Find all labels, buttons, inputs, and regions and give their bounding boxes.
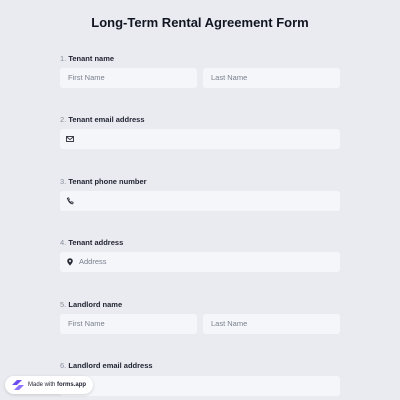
question-text: Tenant email address	[68, 115, 145, 124]
tenant-email-input[interactable]	[60, 129, 340, 149]
badge-brand: forms.app	[57, 382, 87, 388]
envelope-icon	[66, 136, 74, 142]
placeholder: Last Name	[211, 73, 248, 82]
landlord-first-name-input[interactable]: First Name	[60, 314, 197, 334]
question-label: 6. Landlord email address	[60, 360, 340, 372]
tenant-address-input[interactable]: Address	[60, 252, 340, 272]
badge-prefix: Made with	[28, 382, 56, 388]
question-tenant-phone: 3. Tenant phone number	[60, 176, 340, 211]
phone-icon	[66, 197, 74, 205]
landlord-last-name-input[interactable]: Last Name	[203, 314, 340, 334]
placeholder: First Name	[68, 73, 105, 82]
tenant-last-name-input[interactable]: Last Name	[203, 68, 340, 88]
placeholder: First Name	[68, 319, 105, 328]
question-number: 2.	[60, 115, 67, 124]
question-tenant-email: 2. Tenant email address	[60, 114, 340, 149]
form-title: Long-Term Rental Agreement Form	[91, 15, 309, 30]
question-text: Tenant name	[68, 54, 115, 63]
question-number: 5.	[60, 300, 67, 309]
tenant-phone-input[interactable]	[60, 191, 340, 211]
question-text: Tenant phone number	[68, 177, 147, 186]
question-tenant-name: 1. Tenant name First Name Last Name	[60, 53, 340, 88]
landlord-email-input[interactable]	[60, 376, 340, 396]
question-landlord-name: 5. Landlord name First Name Last Name	[60, 299, 340, 334]
question-tenant-address: 4. Tenant address Address	[60, 237, 340, 272]
question-label: 2. Tenant email address	[60, 114, 340, 126]
question-label: 1. Tenant name	[60, 53, 340, 65]
placeholder: Last Name	[211, 319, 248, 328]
question-text: Tenant address	[68, 238, 124, 247]
made-with-badge[interactable]: Made with forms.app	[5, 376, 93, 394]
tenant-first-name-input[interactable]: First Name	[60, 68, 197, 88]
question-number: 3.	[60, 177, 67, 186]
question-text: Landlord name	[68, 300, 123, 309]
question-text: Landlord email address	[68, 361, 153, 370]
placeholder: Address	[79, 257, 107, 266]
question-label: 4. Tenant address	[60, 237, 340, 249]
question-label: 5. Landlord name	[60, 299, 340, 311]
badge-text: Made with forms.app	[28, 376, 86, 394]
question-landlord-email: 6. Landlord email address	[60, 360, 340, 396]
question-number: 1.	[60, 54, 67, 63]
location-pin-icon	[67, 258, 73, 266]
question-number: 6.	[60, 361, 67, 370]
question-label: 3. Tenant phone number	[60, 176, 340, 188]
forms-app-logo-icon	[12, 380, 24, 390]
question-number: 4.	[60, 238, 67, 247]
